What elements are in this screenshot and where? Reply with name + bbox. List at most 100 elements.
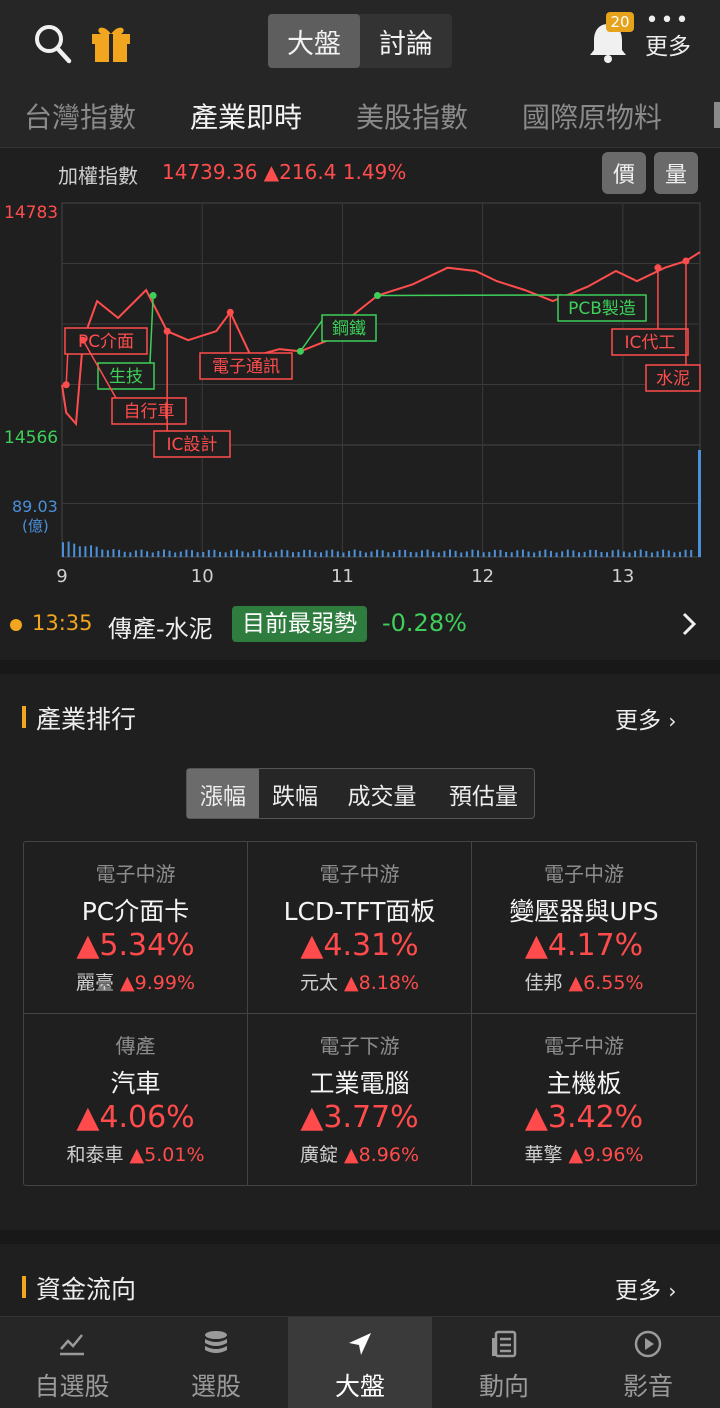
- price-button[interactable]: 價: [602, 152, 646, 194]
- annotation-point: [149, 292, 157, 300]
- volume-bar: [667, 550, 670, 557]
- volume-bar: [370, 551, 373, 557]
- ticker-dot-icon: [10, 619, 22, 631]
- industry-cell[interactable]: 電子中游 PC介面卡 ▲5.34% 麗臺 ▲9.99%: [24, 842, 248, 1014]
- volume-bar: [392, 551, 395, 557]
- volume-bar: [78, 546, 81, 557]
- volume-bar: [168, 550, 171, 557]
- volume-bar: [578, 552, 581, 557]
- volume-bar: [645, 550, 648, 557]
- volume-bar: [650, 552, 653, 557]
- nav-video[interactable]: 影音: [576, 1317, 720, 1408]
- subtab-taiwan-index[interactable]: 台灣指數: [24, 96, 136, 136]
- ticker-status-badge: 目前最弱勢: [232, 606, 367, 642]
- industry-cell[interactable]: 電子中游 LCD-TFT面板 ▲4.31% 元太 ▲8.18%: [248, 842, 472, 1014]
- industry-more-link[interactable]: 更多 ›: [615, 701, 676, 735]
- volume-bar: [90, 545, 93, 557]
- section-divider: [0, 1230, 720, 1244]
- tab-discussion[interactable]: 討論: [360, 14, 452, 68]
- navigation-arrow-icon: [349, 1333, 371, 1355]
- nav-market[interactable]: 大盤: [288, 1317, 432, 1408]
- industry-lead-stock: 和泰車 ▲5.01%: [24, 1140, 247, 1167]
- volume-bar: [622, 551, 625, 557]
- nav-watchlist[interactable]: 自選股: [0, 1317, 144, 1408]
- stock-change: ▲8.18%: [344, 972, 420, 994]
- volume-bar: [123, 551, 126, 557]
- filter-estimated-volume[interactable]: 預估量: [433, 769, 534, 818]
- industry-cell[interactable]: 傳產 汽車 ▲4.06% 和泰車 ▲5.01%: [24, 1014, 248, 1186]
- volume-bar: [269, 552, 272, 557]
- subtab-us-index[interactable]: 美股指數: [356, 96, 468, 136]
- volume-bar: [690, 549, 693, 557]
- volume-bar: [549, 550, 552, 557]
- y-axis-min-label: 14566: [4, 428, 58, 448]
- industry-cell[interactable]: 電子中游 主機板 ▲3.42% 華擎 ▲9.96%: [472, 1014, 696, 1186]
- funds-more-link[interactable]: 更多 ›: [615, 1271, 676, 1305]
- annotation-leader: [377, 294, 563, 297]
- filter-volume[interactable]: 成交量: [331, 769, 433, 818]
- volume-bar: [207, 549, 210, 557]
- industry-name: 工業電腦: [309, 1069, 410, 1098]
- volume-bar: [252, 550, 255, 557]
- volume-bar: [151, 552, 154, 557]
- nav-stock-picker[interactable]: 選股: [144, 1317, 288, 1408]
- volume-bar: [415, 552, 418, 557]
- chevron-right-icon[interactable]: [680, 606, 700, 642]
- industry-lead-stock: 麗臺 ▲9.99%: [24, 968, 247, 995]
- ticker-industry: 傳產-水泥: [108, 615, 213, 643]
- industry-change: ▲5.34%: [76, 928, 195, 963]
- annotation-point: [79, 336, 87, 344]
- nav-label: 選股: [190, 1372, 241, 1401]
- volume-bar: [521, 549, 524, 557]
- volume-bar: [67, 541, 70, 557]
- industry-lead-stock: 元太 ▲8.18%: [248, 968, 471, 995]
- volume-unit-label: (億): [22, 517, 49, 535]
- industry-change: ▲3.42%: [524, 1100, 644, 1135]
- volume-bar: [202, 551, 205, 557]
- volume-bar: [611, 550, 614, 557]
- volume-bar: [516, 550, 519, 557]
- volume-bar: [134, 550, 137, 557]
- industry-cell[interactable]: 電子中游 變壓器與UPS ▲4.17% 佳邦 ▲6.55%: [472, 842, 696, 1014]
- volume-bar: [308, 549, 311, 557]
- gift-icon[interactable]: [88, 20, 134, 64]
- industry-cell[interactable]: 電子下游 工業電腦 ▲3.77% 廣錠 ▲8.96%: [248, 1014, 472, 1186]
- nav-label: 大盤: [334, 1372, 385, 1401]
- stock-name: 和泰車: [66, 1144, 124, 1166]
- volume-bar: [449, 549, 452, 557]
- volume-bar: [387, 552, 390, 557]
- volume-bar: [426, 549, 429, 557]
- industry-name: 主機板: [546, 1069, 622, 1098]
- search-icon[interactable]: [32, 22, 72, 64]
- annotation-label: PC介面: [78, 332, 134, 352]
- volume-bar: [258, 549, 261, 557]
- funds-flow-title: 資金流向: [36, 1275, 137, 1304]
- volume-bar: [106, 550, 109, 557]
- volume-bar: [488, 551, 491, 557]
- industry-change: ▲3.77%: [300, 1100, 419, 1135]
- volume-bar: [600, 551, 603, 557]
- volume-bar: [505, 551, 508, 557]
- volume-bar: [678, 551, 681, 557]
- nav-label: 動向: [478, 1372, 529, 1401]
- volume-bar: [263, 550, 266, 557]
- volume-button[interactable]: 量: [654, 152, 698, 194]
- subtab-industry-live[interactable]: 產業即時: [190, 96, 302, 136]
- live-ticker[interactable]: 13:35 傳產-水泥 目前最弱勢 -0.28%: [0, 600, 720, 650]
- stock-name: 元太: [299, 972, 338, 994]
- volume-bar: [303, 549, 306, 557]
- industry-category: 電子中游: [319, 862, 400, 886]
- x-tick-label: 11: [331, 566, 354, 587]
- volume-bar: [101, 549, 104, 557]
- volume-bar: [224, 552, 227, 557]
- nav-trends[interactable]: 動向: [432, 1317, 576, 1408]
- filter-loss[interactable]: 跌幅: [259, 769, 331, 818]
- more-menu-button[interactable]: ••• 更多: [640, 10, 696, 62]
- intraday-chart: 14783 14566 89.03 (億) 9 10 11 12 13 PC介面 生技 自行車 IC設計…: [0, 195, 720, 595]
- tab-market[interactable]: 大盤: [268, 14, 360, 68]
- index-label: 加權指數: [58, 164, 138, 188]
- filter-gain[interactable]: 漲幅: [187, 769, 259, 818]
- volume-bar: [157, 550, 160, 557]
- main-segmented-control: 大盤 討論: [268, 14, 452, 68]
- subtab-commodities[interactable]: 國際原物料: [522, 96, 662, 136]
